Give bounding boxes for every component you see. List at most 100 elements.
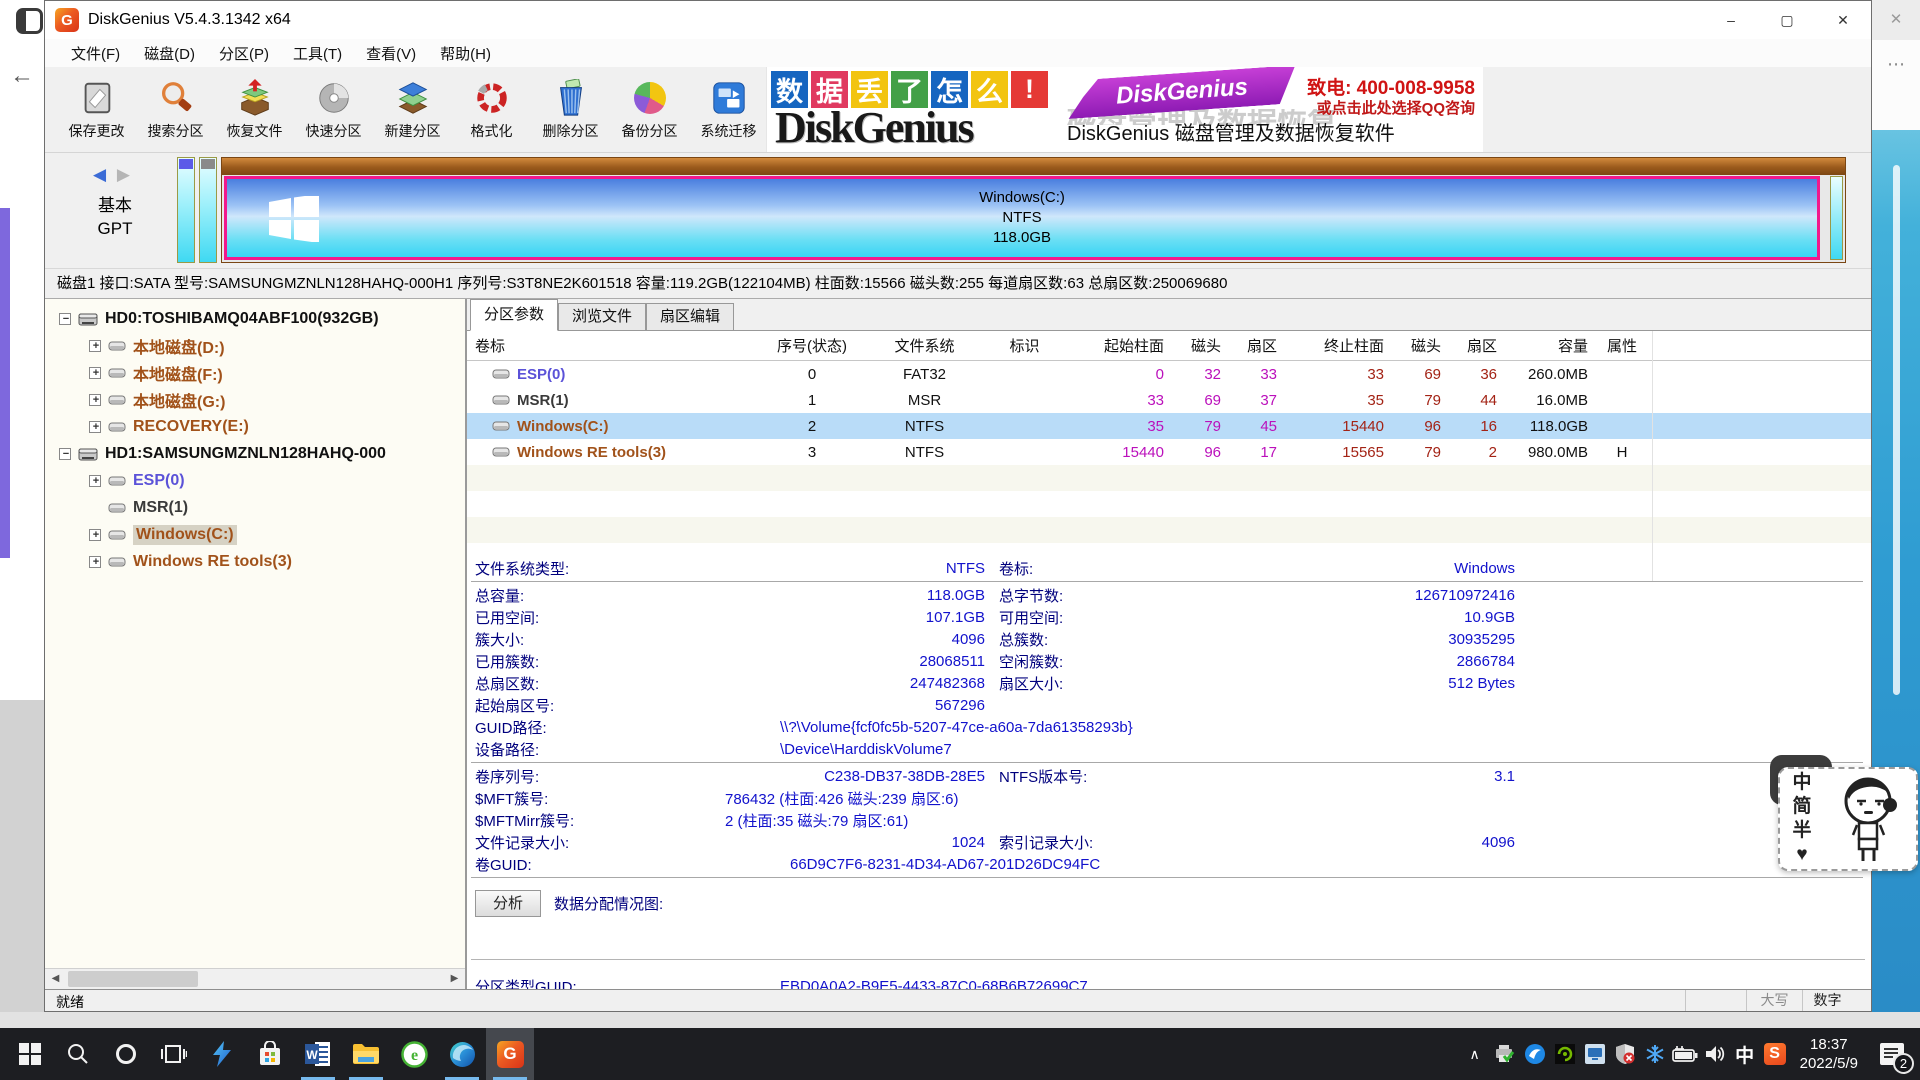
browser-360-button[interactable]: e bbox=[390, 1028, 438, 1080]
tree-node-local-g[interactable]: 本地磁盘(G:) bbox=[45, 386, 465, 413]
tab-sector-edit[interactable]: 扇区编辑 bbox=[646, 303, 734, 330]
delete-partition-icon bbox=[551, 78, 591, 118]
pinned-app-flash-button[interactable] bbox=[198, 1028, 246, 1080]
clock-time: 18:37 bbox=[1800, 1035, 1858, 1054]
tree-node-msr[interactable]: MSR(1) bbox=[45, 494, 465, 521]
menu-view[interactable]: 查看(V) bbox=[354, 43, 428, 64]
ime-heart-icon[interactable]: ♥ bbox=[1796, 843, 1807, 867]
table-row[interactable]: Windows RE tools(3) 3 NTFS 15440 96 17 1… bbox=[467, 439, 1871, 465]
menu-disk[interactable]: 磁盘(D) bbox=[132, 43, 207, 64]
tray-messenger-icon[interactable] bbox=[1520, 1028, 1550, 1080]
title-bar: G DiskGenius V5.4.3.1342 x64 – ▢ ✕ bbox=[45, 1, 1871, 39]
file-explorer-button[interactable] bbox=[342, 1028, 390, 1080]
start-button[interactable] bbox=[6, 1028, 54, 1080]
windows-c-partition-bar[interactable]: Windows(C:) NTFS 118.0GB bbox=[224, 176, 1820, 260]
banner-qq-link[interactable]: 或点击此处选择QQ咨询 bbox=[1317, 97, 1475, 118]
menu-partition[interactable]: 分区(P) bbox=[207, 43, 281, 64]
expand-icon[interactable] bbox=[89, 340, 101, 352]
collapse-icon[interactable] bbox=[59, 448, 71, 460]
ime-mode-chinese[interactable]: 中 bbox=[1792, 771, 1811, 795]
tab-bar: 分区参数 浏览文件 扇区编辑 bbox=[467, 299, 1871, 331]
recover-files-button[interactable]: 恢复文件 bbox=[215, 67, 294, 152]
background-sidebar-icon[interactable] bbox=[16, 8, 43, 34]
word-icon: W bbox=[305, 1041, 331, 1067]
expand-icon[interactable] bbox=[89, 475, 101, 487]
taskbar-search-button[interactable] bbox=[54, 1028, 102, 1080]
minimize-button[interactable]: – bbox=[1703, 1, 1759, 39]
next-disk-icon[interactable]: ▶ bbox=[117, 165, 130, 184]
action-center-button[interactable]: 2 bbox=[1868, 1028, 1916, 1080]
quick-partition-button[interactable]: 快速分区 bbox=[294, 67, 373, 152]
svg-text:W: W bbox=[306, 1048, 318, 1062]
system-migration-button[interactable]: 系统迁移 bbox=[689, 67, 768, 152]
tree-node-esp[interactable]: ESP(0) bbox=[45, 467, 465, 494]
tray-expand-icon[interactable]: ∧ bbox=[1460, 1028, 1490, 1080]
scrollbar-thumb[interactable] bbox=[68, 971, 198, 987]
menu-file[interactable]: 文件(F) bbox=[59, 43, 132, 64]
cortana-button[interactable] bbox=[102, 1028, 150, 1080]
scroll-right-icon[interactable]: ▶ bbox=[444, 969, 465, 989]
scroll-left-icon[interactable]: ◀ bbox=[45, 969, 66, 989]
tree-node-windows-re[interactable]: Windows RE tools(3) bbox=[45, 548, 465, 575]
tree-node-hd0[interactable]: HD0:TOSHIBAMQ04ABF100(932GB) bbox=[45, 305, 465, 332]
menu-help[interactable]: 帮助(H) bbox=[428, 43, 503, 64]
ime-mode-simplified[interactable]: 简 bbox=[1792, 795, 1811, 819]
tray-battery-icon[interactable] bbox=[1670, 1028, 1700, 1080]
msr-partition-bar[interactable] bbox=[199, 157, 217, 263]
tray-ime-indicator[interactable]: 中 bbox=[1730, 1028, 1760, 1080]
maximize-button[interactable]: ▢ bbox=[1759, 1, 1815, 39]
diskgenius-taskbar-button[interactable]: G bbox=[486, 1028, 534, 1080]
tray-volume-icon[interactable] bbox=[1700, 1028, 1730, 1080]
tray-intel-graphics-icon[interactable] bbox=[1580, 1028, 1610, 1080]
format-button[interactable]: 格式化 bbox=[452, 67, 531, 152]
re-tools-partition-bar[interactable] bbox=[1830, 176, 1843, 260]
ime-status-widget[interactable]: 中 简 半 ♥ bbox=[1762, 755, 1920, 875]
analyze-button[interactable]: 分析 bbox=[475, 890, 541, 917]
background-overflow-icon[interactable]: ⋯ bbox=[1872, 40, 1920, 130]
prev-disk-icon[interactable]: ◀ bbox=[93, 165, 106, 184]
background-close-icon[interactable]: ✕ bbox=[1872, 0, 1920, 40]
ime-mode-halfwidth[interactable]: 半 bbox=[1792, 819, 1811, 843]
tray-snowflake-icon[interactable] bbox=[1640, 1028, 1670, 1080]
promo-banner[interactable]: 磁盘管理及数据恢复 数 据 丢 了 怎 么 ! DiskGenius 致电: 4… bbox=[766, 67, 1483, 152]
collapse-icon[interactable] bbox=[59, 313, 71, 325]
expand-icon[interactable] bbox=[89, 421, 101, 433]
table-row[interactable]: MSR(1) 1 MSR 33 69 37 35 79 44 16.0MB bbox=[467, 387, 1871, 413]
esp-partition-bar[interactable] bbox=[177, 157, 195, 263]
backup-partition-button[interactable]: 备份分区 bbox=[610, 67, 689, 152]
partition-tree-panel: HD0:TOSHIBAMQ04ABF100(932GB) 本地磁盘(D:) 本地… bbox=[45, 299, 467, 989]
tray-nvidia-icon[interactable] bbox=[1550, 1028, 1580, 1080]
tree-node-local-d[interactable]: 本地磁盘(D:) bbox=[45, 332, 465, 359]
expand-icon[interactable] bbox=[89, 394, 101, 406]
save-changes-button[interactable]: 保存更改 bbox=[57, 67, 136, 152]
expand-icon[interactable] bbox=[89, 529, 101, 541]
table-row[interactable]: ESP(0) 0 FAT32 0 32 33 33 69 36 260.0MB bbox=[467, 361, 1871, 387]
tray-security-shield-icon[interactable] bbox=[1610, 1028, 1640, 1080]
tab-browse-files[interactable]: 浏览文件 bbox=[558, 303, 646, 330]
tray-printer-icon[interactable] bbox=[1490, 1028, 1520, 1080]
tab-partition-params[interactable]: 分区参数 bbox=[470, 299, 558, 331]
new-partition-button[interactable]: 新建分区 bbox=[373, 67, 452, 152]
table-row-selected[interactable]: Windows(C:) 2 NTFS 35 79 45 15440 96 16 … bbox=[467, 413, 1871, 439]
toolbar-label: 删除分区 bbox=[543, 121, 599, 141]
expand-icon[interactable] bbox=[89, 367, 101, 379]
expand-icon[interactable] bbox=[89, 556, 101, 568]
tree-node-hd1[interactable]: HD1:SAMSUNGMZNLN128HAHQ-000 bbox=[45, 440, 465, 467]
background-scrollbar[interactable] bbox=[1893, 165, 1900, 695]
tree-node-windows-c[interactable]: Windows(C:) bbox=[45, 521, 465, 548]
menu-tools[interactable]: 工具(T) bbox=[281, 43, 354, 64]
background-purple-bar bbox=[0, 208, 10, 558]
tray-sogou-icon[interactable]: S bbox=[1760, 1028, 1790, 1080]
task-view-button[interactable] bbox=[150, 1028, 198, 1080]
taskbar-clock[interactable]: 18:37 2022/5/9 bbox=[1790, 1035, 1868, 1073]
edge-button[interactable] bbox=[438, 1028, 486, 1080]
search-partition-button[interactable]: 搜索分区 bbox=[136, 67, 215, 152]
background-back-arrow-icon[interactable]: ← bbox=[10, 64, 34, 88]
delete-partition-button[interactable]: 删除分区 bbox=[531, 67, 610, 152]
tree-node-local-f[interactable]: 本地磁盘(F:) bbox=[45, 359, 465, 386]
microsoft-store-button[interactable] bbox=[246, 1028, 294, 1080]
close-button[interactable]: ✕ bbox=[1815, 1, 1871, 39]
tree-node-recovery-e[interactable]: RECOVERY(E:) bbox=[45, 413, 465, 440]
word-button[interactable]: W bbox=[294, 1028, 342, 1080]
tree-horizontal-scrollbar[interactable]: ◀ ▶ bbox=[45, 968, 465, 989]
